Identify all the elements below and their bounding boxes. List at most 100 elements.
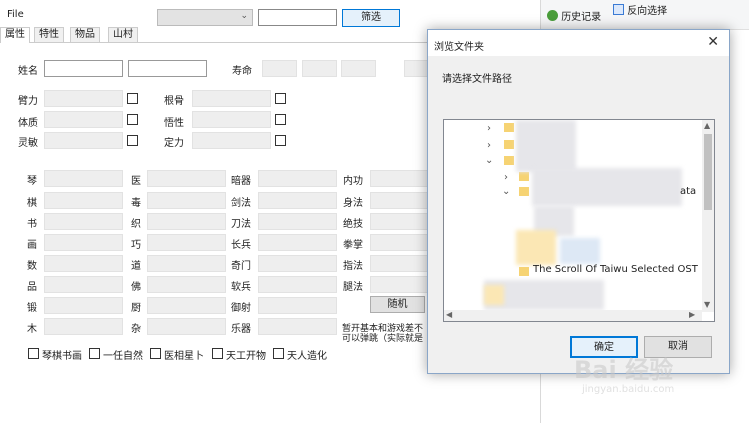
attr-input-focus[interactable] xyxy=(192,132,271,149)
chevron-right-icon[interactable]: › xyxy=(487,140,491,151)
skill-b-input[interactable] xyxy=(147,297,226,314)
scroll-thumb[interactable] xyxy=(704,134,712,210)
lifespan-extra[interactable] xyxy=(404,60,428,77)
attr-check-constitution[interactable] xyxy=(127,114,138,125)
chevron-right-icon[interactable]: › xyxy=(487,123,491,134)
skill-c-label: 御射 xyxy=(231,303,251,314)
skill-a-input[interactable] xyxy=(44,297,123,314)
skill-d-input[interactable] xyxy=(370,255,428,272)
checkbox[interactable] xyxy=(212,348,223,359)
folder-tree[interactable]: › › ⌄ › ⌄ ata The Scroll Of Taiwu Select… xyxy=(443,119,715,322)
skill-c-label: 暗器 xyxy=(231,176,251,187)
skill-b-label: 佛 xyxy=(131,282,141,293)
attr-input-bone[interactable] xyxy=(192,90,271,107)
checkbox[interactable] xyxy=(273,348,284,359)
surname-input[interactable] xyxy=(44,60,123,77)
close-icon[interactable]: ✕ xyxy=(707,34,719,50)
skill-d-input[interactable] xyxy=(370,234,428,251)
skill-a-label: 锻 xyxy=(27,303,37,314)
history-button[interactable]: 历史记录 xyxy=(547,8,601,23)
skill-b-input[interactable] xyxy=(147,276,226,293)
skill-a-label: 琴 xyxy=(27,176,37,187)
reverse-select-button[interactable]: 反向选择 xyxy=(613,2,667,17)
bottom-check-label: 天工开物 xyxy=(226,351,266,362)
scroll-up-icon[interactable]: ▲ xyxy=(704,121,710,130)
skill-a-input[interactable] xyxy=(44,192,123,209)
attr-check-agility[interactable] xyxy=(127,135,138,146)
scroll-down-icon[interactable]: ▼ xyxy=(704,300,710,309)
skill-c-input[interactable] xyxy=(258,318,337,335)
attr-check-comprehension[interactable] xyxy=(275,114,286,125)
skill-c-input[interactable] xyxy=(258,213,337,230)
skill-c-input[interactable] xyxy=(258,297,337,314)
skill-b-label: 道 xyxy=(131,261,141,272)
scroll-left-icon[interactable]: ◀ xyxy=(446,310,452,319)
skill-a-input[interactable] xyxy=(44,213,123,230)
skill-b-input[interactable] xyxy=(147,192,226,209)
skill-b-input[interactable] xyxy=(147,213,226,230)
tab-items[interactable]: 物品 xyxy=(70,27,100,42)
tab-attributes[interactable]: 属性 xyxy=(0,27,30,43)
filter-text-input[interactable] xyxy=(258,9,337,26)
attr-check-strength[interactable] xyxy=(127,93,138,104)
skill-a-input[interactable] xyxy=(44,234,123,251)
watermark-brand: Bai 经验 xyxy=(574,356,674,384)
skill-a-input[interactable] xyxy=(44,276,123,293)
random-button[interactable]: 随机 xyxy=(370,296,425,313)
tree-vertical-scrollbar[interactable]: ▲ ▼ xyxy=(702,120,714,312)
skill-c-label: 剑法 xyxy=(231,198,251,209)
blurred-region xyxy=(516,120,576,172)
attr-input-agility[interactable] xyxy=(44,132,123,149)
skill-b-input[interactable] xyxy=(147,255,226,272)
skill-d-input[interactable] xyxy=(370,170,428,187)
filter-button[interactable]: 筛选 xyxy=(342,9,400,27)
note-line-2: 可以弹跳（实际就是 xyxy=(342,334,424,344)
lifespan-input-1[interactable] xyxy=(262,60,297,77)
watermark-url: jingyan.baidu.com xyxy=(582,384,675,395)
skill-a-input[interactable] xyxy=(44,318,123,335)
skill-d-input[interactable] xyxy=(370,276,428,293)
attr-label-constitution: 体质 xyxy=(18,118,38,129)
tree-horizontal-scrollbar[interactable]: ◀ ▶ xyxy=(444,310,702,321)
folder-icon xyxy=(519,267,529,276)
attr-input-comprehension[interactable] xyxy=(192,111,271,128)
chevron-down-icon[interactable]: ⌄ xyxy=(502,186,510,197)
skill-c-input[interactable] xyxy=(258,255,337,272)
scroll-right-icon[interactable]: ▶ xyxy=(689,310,695,319)
tree-item-partial-label: ata xyxy=(680,186,697,197)
skill-c-input[interactable] xyxy=(258,170,337,187)
skill-c-label: 奇门 xyxy=(231,261,251,272)
skill-d-label: 指法 xyxy=(343,261,363,272)
checkbox[interactable] xyxy=(150,348,161,359)
attr-input-constitution[interactable] xyxy=(44,111,123,128)
checkbox[interactable] xyxy=(28,348,39,359)
given-name-input[interactable] xyxy=(128,60,207,77)
skill-a-input[interactable] xyxy=(44,170,123,187)
attr-input-strength[interactable] xyxy=(44,90,123,107)
chevron-right-icon[interactable]: › xyxy=(504,172,508,183)
menu-file[interactable]: File xyxy=(7,9,24,20)
skill-b-input[interactable] xyxy=(147,234,226,251)
lifespan-input-2[interactable] xyxy=(302,60,337,77)
tree-item-taiwu-ost[interactable]: The Scroll Of Taiwu Selected OST xyxy=(533,264,698,275)
skill-c-input[interactable] xyxy=(258,192,337,209)
skill-b-input[interactable] xyxy=(147,318,226,335)
skill-b-input[interactable] xyxy=(147,170,226,187)
lifespan-label: 寿命 xyxy=(232,66,252,77)
attr-check-focus[interactable] xyxy=(275,135,286,146)
filter-combo[interactable]: ⌄ xyxy=(157,9,253,26)
bottom-check-label: 一任自然 xyxy=(103,351,143,362)
tab-traits[interactable]: 特性 xyxy=(34,27,64,42)
tab-village[interactable]: 山村 xyxy=(108,27,138,42)
skill-d-input[interactable] xyxy=(370,213,428,230)
lifespan-input-3[interactable] xyxy=(341,60,376,77)
chevron-down-icon[interactable]: ⌄ xyxy=(485,155,493,166)
skill-a-input[interactable] xyxy=(44,255,123,272)
attr-check-bone[interactable] xyxy=(275,93,286,104)
skill-c-input[interactable] xyxy=(258,234,337,251)
checkbox[interactable] xyxy=(89,348,100,359)
watermark: Bai 经验 jingyan.baidu.com xyxy=(574,350,724,420)
skill-c-label: 软兵 xyxy=(231,282,251,293)
skill-d-input[interactable] xyxy=(370,192,428,209)
skill-c-input[interactable] xyxy=(258,276,337,293)
